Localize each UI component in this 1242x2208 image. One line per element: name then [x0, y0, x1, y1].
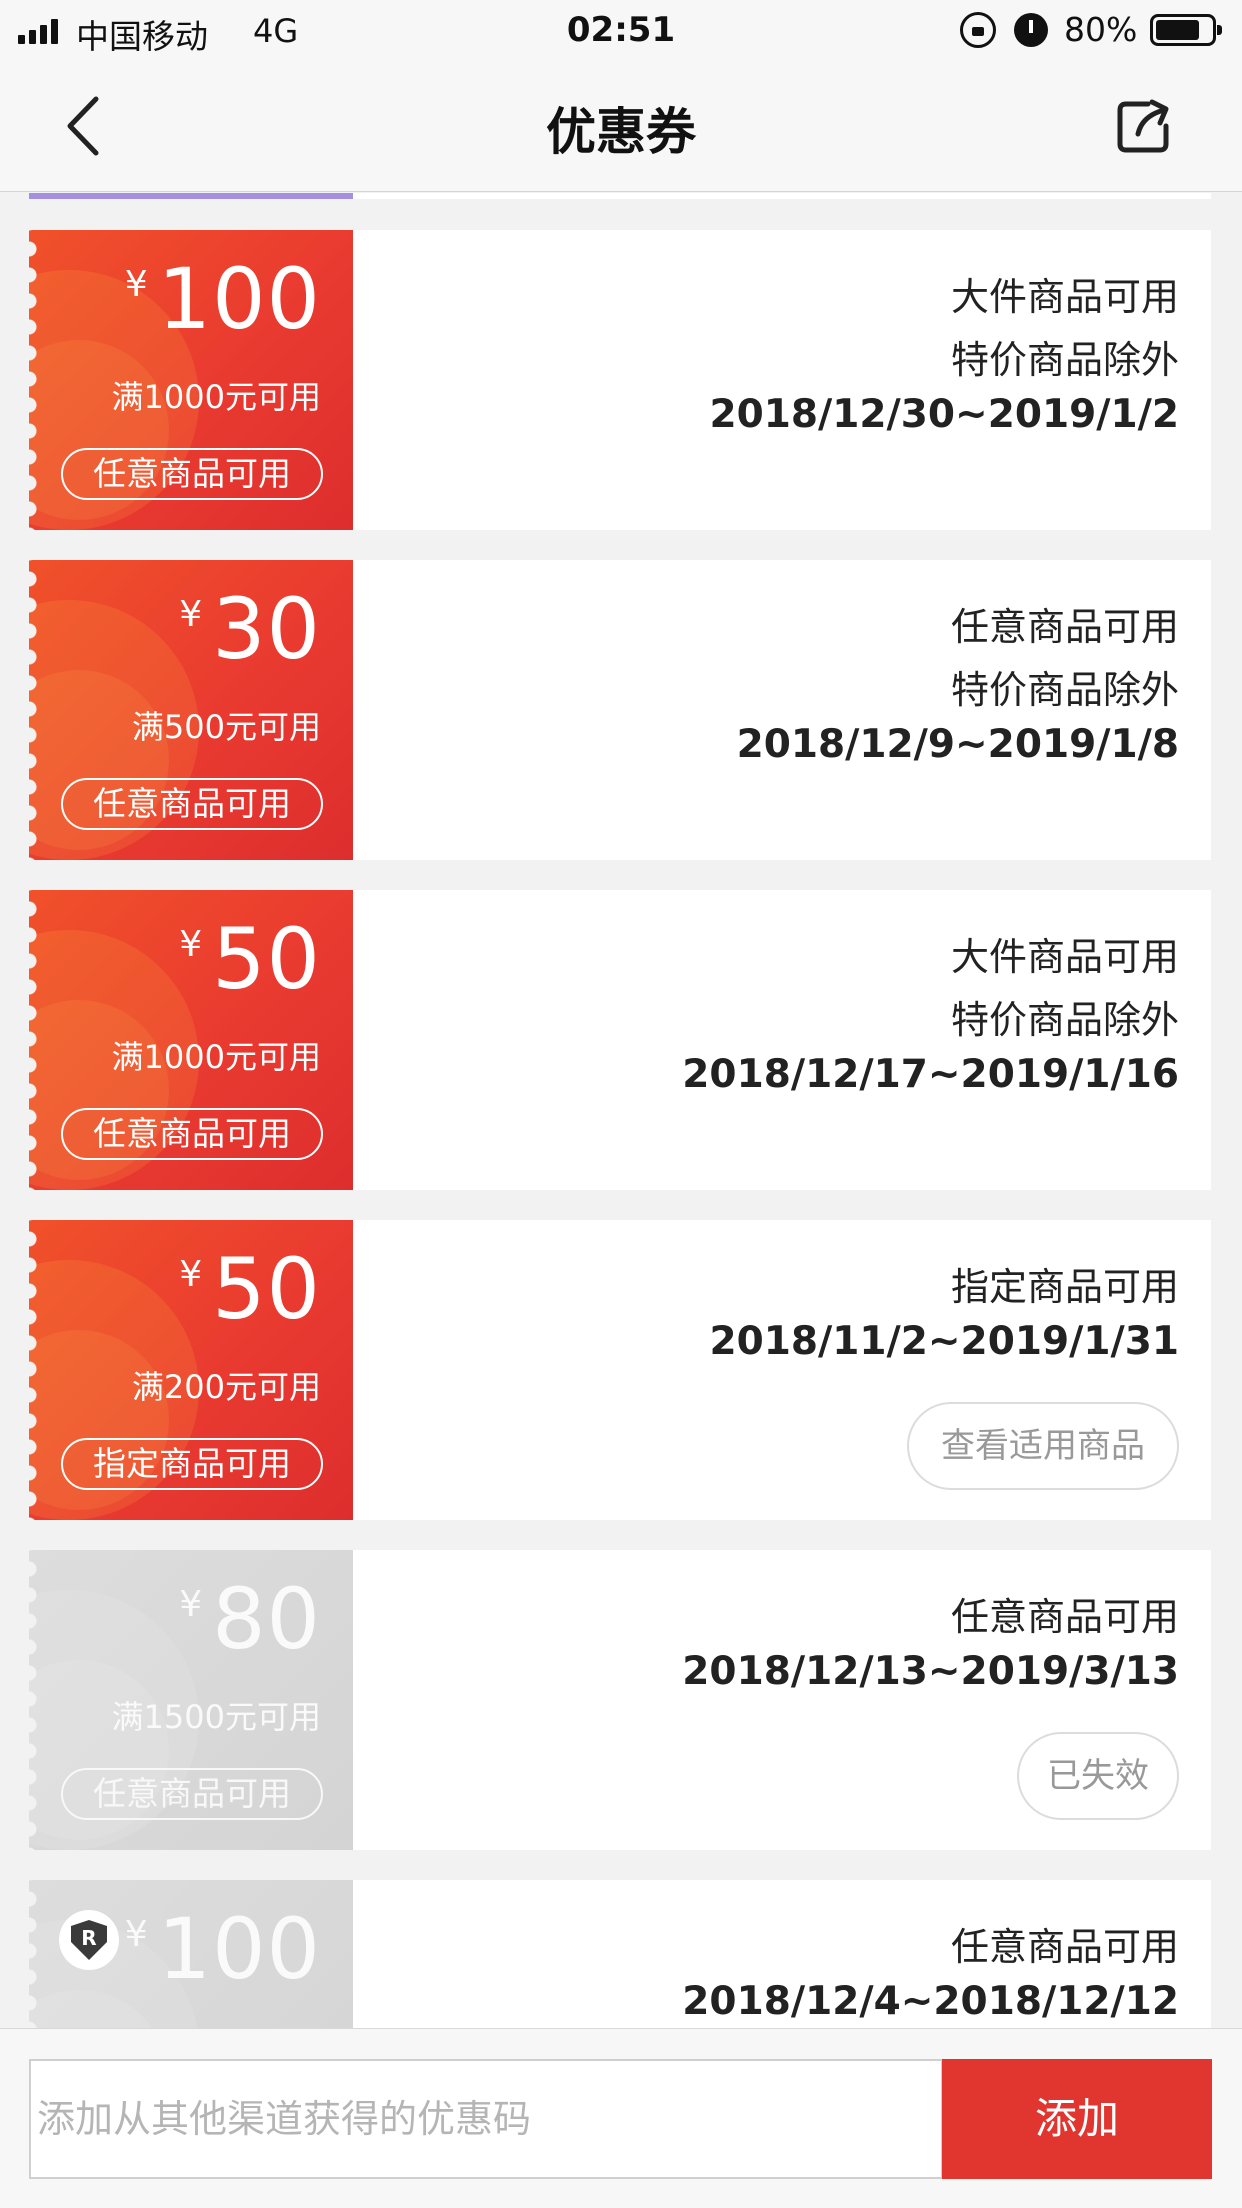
coupon-usage-line: 指定商品可用: [950, 1265, 1179, 1309]
add-button[interactable]: 添加: [942, 2059, 1212, 2179]
coupon-amount: ¥50: [179, 1240, 321, 1338]
share-icon: [1117, 99, 1169, 153]
coupon-validity-date: 2018/11/2~2019/1/31: [709, 1319, 1179, 1364]
coupon-validity-date: 2018/12/9~2019/1/8: [736, 722, 1179, 767]
coupon-amount: ¥50: [179, 910, 321, 1008]
coupon-scope-badge: 任意商品可用: [61, 1768, 323, 1820]
coupon-card[interactable]: ¥30 满500元可用 任意商品可用 任意商品可用 特价商品除外 2018/12…: [29, 560, 1211, 860]
coupon-usage-line: 特价商品除外: [950, 338, 1179, 382]
view-applicable-products-button[interactable]: 查看适用商品: [907, 1402, 1179, 1490]
coupon-amount-panel: ¥50 满200元可用 指定商品可用: [29, 1220, 353, 1520]
coupon-usage-line: 任意商品可用: [950, 605, 1179, 649]
coupon-usage-line: 任意商品可用: [950, 1595, 1179, 1639]
coupon-usage-line: 大件商品可用: [950, 275, 1179, 319]
coupon-condition: 满500元可用: [131, 708, 321, 746]
coupon-amount-panel: ¥80 满1500元可用 任意商品可用: [29, 1550, 353, 1850]
coupon-validity-date: 2018/12/13~2019/3/13: [682, 1649, 1179, 1694]
coupon-condition: 满1000元可用: [111, 378, 321, 416]
coupon-amount: ¥80: [179, 1570, 321, 1668]
coupon-amount-panel: ¥30 满500元可用 任意商品可用: [29, 560, 353, 860]
coupon-amount-panel: ¥50 满1000元可用 任意商品可用: [29, 890, 353, 1190]
coupon-condition: 满200元可用: [131, 1368, 321, 1406]
coupon-card[interactable]: ¥50 满200元可用 指定商品可用 指定商品可用 2018/11/2~2019…: [29, 1220, 1211, 1520]
coupon-scope-badge: 指定商品可用: [61, 1438, 323, 1490]
coupon-card[interactable]: ¥50 满1000元可用 任意商品可用 大件商品可用 特价商品除外 2018/1…: [29, 890, 1211, 1190]
coupon-scope-badge: 任意商品可用: [61, 1108, 323, 1160]
coupon-card[interactable]: ¥100 满1000元可用 任意商品可用 大件商品可用 特价商品除外 2018/…: [29, 230, 1211, 530]
coupon-validity-date: 2018/12/30~2019/1/2: [709, 392, 1179, 437]
coupon-usage-line: 任意商品可用: [950, 1925, 1179, 1969]
coupon-code-input[interactable]: [29, 2059, 943, 2179]
coupon-scope-badge: 任意商品可用: [61, 778, 323, 830]
page-title: 优惠券: [546, 103, 696, 161]
coupon-card[interactable]: R ¥100 任意商品可用 2018/12/4~2018/12/12: [29, 1880, 1211, 2028]
battery-icon: [1150, 14, 1222, 46]
coupon-usage-line: 特价商品除外: [950, 998, 1179, 1042]
coupon-amount-panel: ¥100 满1000元可用 任意商品可用: [29, 230, 353, 530]
status-bar: 中国移动 4G 02:51 80%: [0, 0, 1242, 62]
coupon-amount: ¥100: [124, 250, 321, 348]
coupon-validity-date: 2018/12/17~2019/1/16: [682, 1052, 1179, 1097]
orientation-lock-icon: [960, 12, 996, 48]
coupon-amount-panel: R ¥100: [29, 1880, 353, 2028]
coupon-amount: ¥30: [179, 580, 321, 678]
coupon-usage-line: 特价商品除外: [950, 668, 1179, 712]
status-time: 02:51: [566, 10, 676, 50]
coupon-validity-date: 2018/12/4~2018/12/12: [682, 1979, 1179, 2024]
alarm-icon: [1014, 13, 1048, 47]
shield-icon: R: [59, 1910, 119, 1970]
coupon-scope-badge: 任意商品可用: [61, 448, 323, 500]
coupon-condition: 满1000元可用: [111, 1038, 321, 1076]
nav-bar: 优惠券: [0, 62, 1242, 192]
coupon-condition: 满1500元可用: [111, 1698, 321, 1736]
expired-status-badge: 已失效: [1017, 1732, 1179, 1820]
share-button[interactable]: [1114, 96, 1174, 156]
coupon-list[interactable]: ¥100 满1000元可用 任意商品可用 大件商品可用 特价商品除外 2018/…: [0, 193, 1242, 2028]
coupon-usage-line: 大件商品可用: [950, 935, 1179, 979]
coupon-card[interactable]: ¥80 满1500元可用 任意商品可用 任意商品可用 2018/12/13~20…: [29, 1550, 1211, 1850]
add-coupon-bar: 添加: [0, 2028, 1242, 2208]
battery-percent: 80%: [1064, 10, 1138, 49]
coupon-amount: ¥100: [124, 1900, 321, 1998]
partial-coupon-edge: [29, 193, 1211, 199]
